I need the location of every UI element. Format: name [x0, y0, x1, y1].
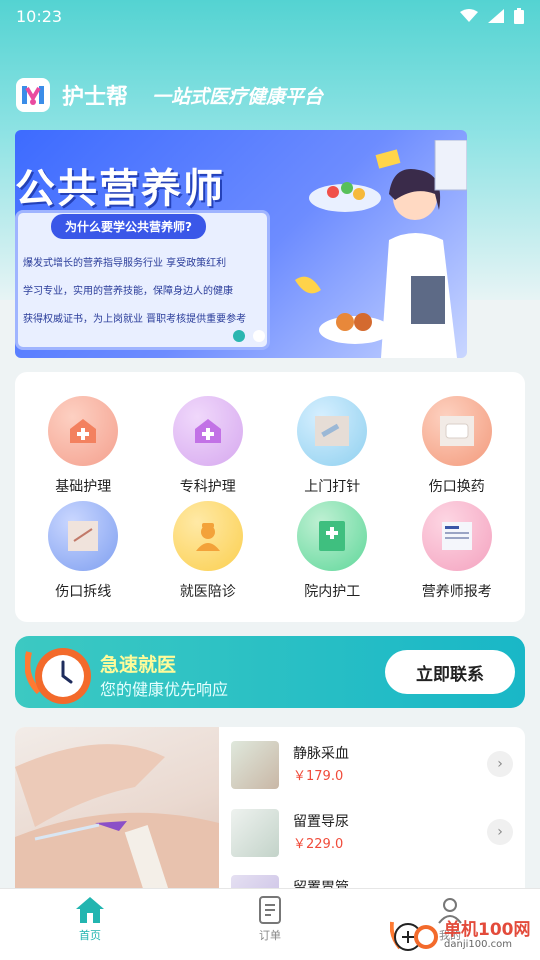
stitches-photo — [48, 501, 119, 571]
product-item[interactable]: 静脉采血 ￥179.0 › — [231, 741, 525, 801]
service-wound-dressing[interactable]: 伤口换药 — [395, 396, 520, 501]
service-label: 伤口换药 — [428, 479, 485, 495]
iv-hand-photo — [15, 727, 219, 897]
service-label: 伤口拆线 — [55, 584, 112, 600]
service-label: 营养师报考 — [421, 584, 492, 600]
watermark-url: danji100.com — [444, 938, 512, 950]
site-watermark: 单机100网 danji100.com — [390, 918, 531, 952]
product-price: ￥179.0 — [293, 769, 344, 784]
product-name: 留置导尿 — [293, 814, 349, 830]
service-label: 上门打针 — [304, 479, 361, 495]
service-basic-care[interactable]: 基础护理 — [21, 396, 146, 501]
status-bar: 10:23 — [0, 0, 540, 32]
app-slogan: 一站式医疗健康平台 — [152, 85, 324, 108]
product-price: ￥229.0 — [293, 837, 344, 852]
urgent-care-card[interactable]: 急速就医 您的健康优先响应 立即联系 — [15, 636, 525, 708]
signal-icon — [488, 9, 504, 23]
nurse-icon — [172, 501, 243, 571]
service-label: 院内护工 — [304, 584, 361, 600]
bandage-photo — [421, 396, 492, 466]
service-label: 专科护理 — [179, 479, 236, 495]
app-name: 护士帮 — [62, 85, 129, 110]
pagination-dot[interactable] — [233, 330, 245, 342]
service-stitch-removal[interactable]: 伤口拆线 — [21, 501, 146, 606]
tab-label: 订单 — [259, 929, 281, 942]
status-icons — [460, 8, 524, 24]
battery-icon — [514, 8, 524, 24]
product-item[interactable]: 留置导尿 ￥229.0 › — [231, 809, 525, 869]
brand-header: 护士帮 一站式医疗健康平台 — [16, 78, 323, 112]
banner-title: 公共营养师 — [15, 166, 225, 212]
house-medical-icon — [48, 396, 119, 466]
promo-banner[interactable]: 公共营养师 为什么要学公共营养师? 爆发式增长的营养指导服务行业 享受政策红利 … — [15, 130, 467, 358]
pagination-dot[interactable] — [253, 330, 265, 342]
injection-photo — [297, 396, 368, 466]
house-medical-icon — [172, 396, 243, 466]
app-logo — [16, 78, 50, 112]
tab-orders[interactable]: 订单 — [210, 895, 330, 943]
home-icon — [76, 897, 104, 923]
service-home-injection[interactable]: 上门打针 — [270, 396, 395, 501]
product-thumbnail — [231, 809, 279, 857]
service-label: 基础护理 — [55, 479, 112, 495]
banner-question: 为什么要学公共营养师? — [51, 214, 206, 239]
tab-home[interactable]: 首页 — [30, 895, 150, 943]
service-label: 就医陪诊 — [179, 584, 236, 600]
contact-now-button[interactable]: 立即联系 — [385, 650, 515, 694]
status-time: 10:23 — [16, 6, 63, 26]
chevron-right-icon[interactable]: › — [487, 819, 513, 845]
clock-icon — [25, 648, 91, 704]
urgent-title: 急速就医 — [100, 654, 177, 676]
watermark-logo-icon — [390, 921, 438, 951]
product-list: 静脉采血 ￥179.0 › 留置导尿 ￥229.0 › 留置胃管 — [15, 727, 525, 897]
hospital-form-icon — [297, 501, 368, 571]
product-name: 静脉采血 — [293, 746, 349, 762]
urgent-subtitle: 您的健康优先响应 — [100, 680, 229, 699]
product-thumbnail — [231, 741, 279, 789]
tab-label: 首页 — [79, 929, 101, 942]
service-caregiver[interactable]: 院内护工 — [270, 501, 395, 606]
service-specialist-care[interactable]: 专科护理 — [146, 396, 271, 501]
nutritionist-illustration — [295, 140, 467, 358]
chevron-right-icon[interactable]: › — [487, 751, 513, 777]
certificate-photo — [421, 501, 492, 571]
banner-line: 爆发式增长的营养指导服务行业 享受政策红利 — [23, 258, 227, 269]
service-escort[interactable]: 就医陪诊 — [146, 501, 271, 606]
watermark-name: 单机100网 — [444, 919, 531, 940]
wifi-icon — [460, 9, 478, 22]
banner-line: 学习专业，实用的营养技能，保障身边人的健康 — [23, 286, 233, 297]
banner-line: 获得权威证书，为上岗就业 晋职考核提供重要参考 — [23, 314, 247, 325]
banner-pagination — [233, 330, 265, 342]
order-icon — [259, 896, 281, 924]
service-grid: 基础护理 专科护理 上门打针 伤口换药 伤口拆线 就医陪诊 院内护工 营养师报考 — [15, 372, 525, 622]
service-nutritionist-exam[interactable]: 营养师报考 — [395, 501, 520, 606]
